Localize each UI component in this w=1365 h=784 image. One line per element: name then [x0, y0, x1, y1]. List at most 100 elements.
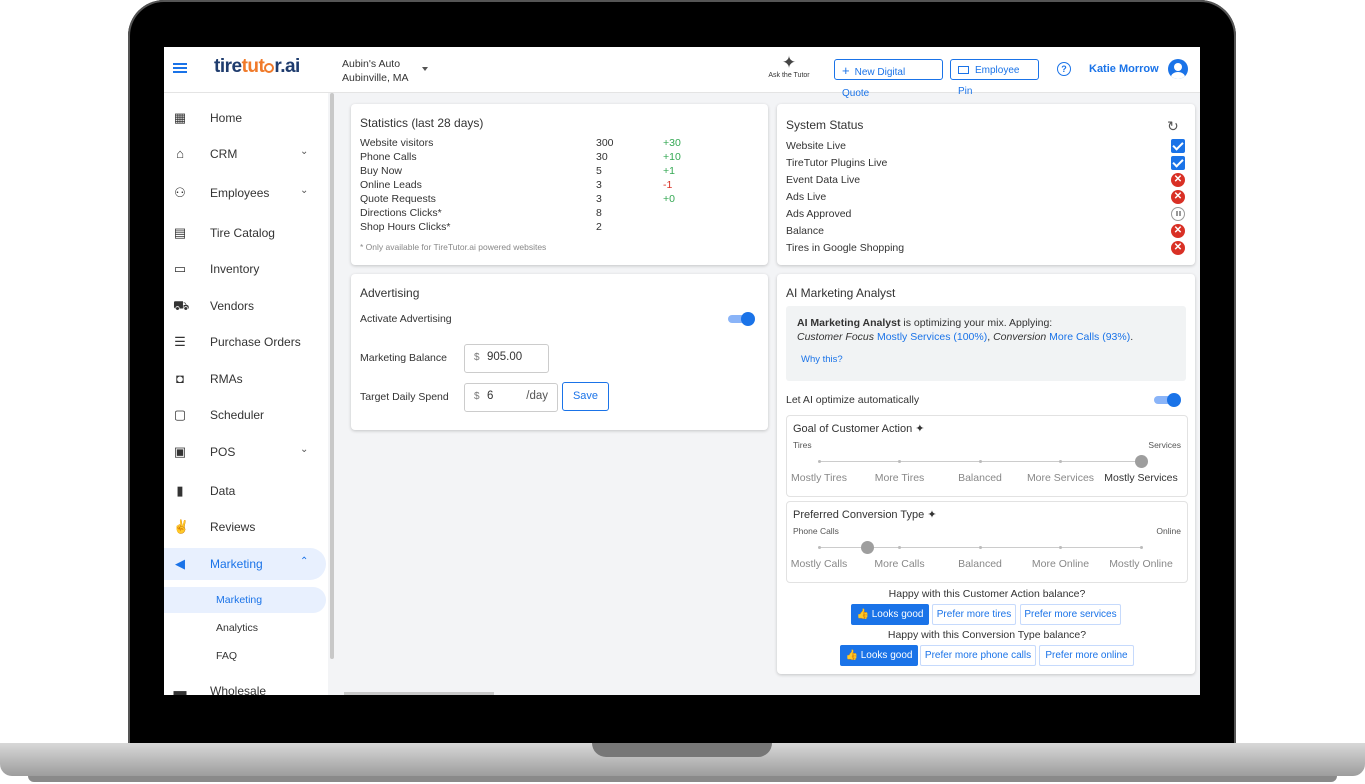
stat-value: 3: [596, 193, 602, 205]
horizontal-scrollbar[interactable]: [344, 692, 494, 695]
return-icon: ◘: [176, 371, 184, 386]
calendar-icon: ▢: [173, 407, 187, 422]
sidebar-item-purchase-orders[interactable]: ☰ Purchase Orders: [164, 326, 326, 358]
sidebar-subitem-marketing[interactable]: Marketing: [164, 587, 326, 613]
prefer-more-online-button[interactable]: Prefer more online: [1039, 645, 1134, 666]
logo-tire-icon: [264, 63, 275, 73]
goal-option-label[interactable]: Balanced: [940, 472, 1020, 484]
sidebar-item-inventory[interactable]: ▭ Inventory: [164, 253, 326, 285]
conversion-left-end: Phone Calls: [793, 526, 839, 536]
sidebar-item-wholesale[interactable]: ▬ Wholesale: [164, 675, 326, 696]
goal-title: Goal of Customer Action ✦: [793, 422, 925, 435]
status-row: Balance ✕: [786, 224, 1188, 240]
stat-delta: +30: [663, 137, 681, 149]
avatar-icon[interactable]: [1168, 59, 1188, 79]
sidebar-item-label: Scheduler: [210, 408, 265, 422]
top-bar: tiretut r.ai Aubin's Auto Aubinville, MA …: [164, 47, 1200, 99]
ask-tutor-button[interactable]: ✦ Ask the Tutor: [762, 54, 816, 80]
goal-left-end: Tires: [793, 440, 812, 450]
stat-delta: -1: [663, 179, 673, 191]
goal-title-text: Goal of Customer Action: [793, 423, 913, 435]
logo[interactable]: tiretut r.ai: [214, 56, 300, 78]
chevron-down-icon: ⌄: [300, 185, 309, 196]
save-button[interactable]: Save: [562, 382, 609, 411]
conversion-option-label[interactable]: More Calls: [860, 558, 940, 570]
marketing-balance-field[interactable]: $ 905.00: [464, 344, 549, 373]
customer-action-looks-good-button[interactable]: 👍 Looks good: [851, 604, 929, 625]
ai-auto-toggle[interactable]: [1154, 393, 1181, 407]
statistics-footnote: * Only available for TireTutor.ai powere…: [360, 242, 547, 252]
target-daily-spend-field[interactable]: $ 6 /day: [464, 383, 558, 412]
sidebar-item-employees[interactable]: ⚇ Employees ⌄: [164, 177, 326, 209]
sidebar-item-tire-catalog[interactable]: ▤ Tire Catalog: [164, 217, 326, 249]
shop-selector[interactable]: Aubin's Auto Aubinville, MA: [342, 57, 409, 85]
goal-option-label[interactable]: Mostly Services: [1101, 472, 1181, 484]
stat-value: 3: [596, 179, 602, 191]
conversion-slider-tick: [1139, 546, 1143, 549]
sidebar-item-vendors[interactable]: ⛟ Vendors: [164, 290, 326, 322]
stat-row: Shop Hours Clicks* 2: [360, 221, 690, 235]
why-this-link[interactable]: Why this?: [801, 354, 843, 365]
stat-row: Phone Calls 30 +10: [360, 151, 690, 165]
sidebar-item-scheduler[interactable]: ▢ Scheduler: [164, 399, 326, 431]
focus-label: Customer Focus: [797, 331, 875, 343]
error-icon: ✕: [1171, 173, 1185, 187]
sidebar-item-pos[interactable]: ▣ POS ⌄: [164, 436, 326, 468]
status-row: Event Data Live ✕: [786, 173, 1188, 189]
sidebar-subitem-faq[interactable]: FAQ: [164, 643, 326, 669]
conversion-option-label[interactable]: Balanced: [940, 558, 1020, 570]
conversion-type-panel: Preferred Conversion Type ✦ Phone Calls …: [786, 501, 1188, 583]
system-status-title: System Status: [786, 118, 864, 132]
stat-label: Online Leads: [360, 179, 422, 191]
goal-slider-tick: [978, 460, 982, 463]
menu-icon[interactable]: [173, 61, 187, 75]
stat-label: Quote Requests: [360, 193, 436, 205]
sidebar-item-home[interactable]: ▦ Home: [164, 102, 326, 134]
goal-option-label[interactable]: Mostly Tires: [779, 472, 859, 484]
sidebar-item-rmas[interactable]: ◘ RMAs: [164, 363, 326, 395]
currency-prefix: $: [474, 352, 480, 363]
conversion-slider-knob[interactable]: [860, 541, 874, 554]
plus-icon: +: [842, 63, 850, 78]
goal-slider-knob[interactable]: [1134, 455, 1148, 468]
register-icon: ▣: [173, 444, 187, 459]
chevron-up-icon: ⌃: [300, 556, 309, 567]
sidebar-item-data[interactable]: ▮ Data: [164, 475, 326, 507]
truck-icon: ⛟: [173, 298, 190, 313]
conversion-looks-good-button[interactable]: 👍 Looks good: [840, 645, 918, 666]
new-digital-quote-button[interactable]: + New Digital Quote: [834, 59, 943, 99]
conversion-right-end: Online: [1156, 526, 1181, 536]
stat-row: Buy Now 5 +1: [360, 165, 690, 179]
employee-pin-button[interactable]: Employee Pin: [950, 59, 1039, 97]
prefer-more-tires-button[interactable]: Prefer more tires: [932, 604, 1016, 625]
conversion-slider-tick: [817, 546, 821, 549]
status-row: Website Live: [786, 139, 1188, 155]
statistics-card: Statistics (last 28 days) Website visito…: [351, 104, 768, 265]
conversion-option-label[interactable]: Mostly Online: [1101, 558, 1181, 570]
sidebar-subitem-analytics[interactable]: Analytics: [164, 615, 326, 641]
user-name[interactable]: Katie Morrow: [1089, 63, 1159, 75]
goal-option-label[interactable]: More Tires: [860, 472, 940, 484]
sidebar-item-marketing[interactable]: ◀ Marketing ⌃: [164, 548, 326, 580]
people-icon: ⚇: [174, 185, 186, 200]
laptop-foot: [28, 776, 1337, 782]
activate-advertising-toggle[interactable]: [728, 312, 755, 326]
sidebar-item-reviews[interactable]: ✌ Reviews: [164, 511, 326, 543]
sidebar-item-label: Marketing: [210, 557, 263, 571]
help-icon[interactable]: ?: [1057, 62, 1071, 76]
sidebar-item-label: Wholesale: [210, 684, 267, 695]
conversion-type-title-text: Preferred Conversion Type: [793, 509, 925, 521]
sidebar-scrollbar[interactable]: [330, 93, 334, 659]
refresh-icon[interactable]: ↻: [1167, 118, 1179, 135]
prefer-more-phone-calls-button[interactable]: Prefer more phone calls: [920, 645, 1036, 666]
caret-down-icon[interactable]: [422, 67, 428, 71]
prefer-more-services-button[interactable]: Prefer more services: [1020, 604, 1121, 625]
status-label: Tires in Google Shopping: [786, 242, 905, 254]
conversion-option-label[interactable]: Mostly Calls: [779, 558, 859, 570]
sidebar-subitem-label: Analytics: [216, 622, 259, 634]
sidebar-subitem-label: FAQ: [216, 650, 238, 662]
conversion-option-label[interactable]: More Online: [1021, 558, 1101, 570]
sidebar-item-crm[interactable]: ⌂ CRM ⌄: [164, 138, 326, 170]
goal-option-label[interactable]: More Services: [1021, 472, 1101, 484]
bar-chart-icon: ▮: [176, 483, 184, 498]
